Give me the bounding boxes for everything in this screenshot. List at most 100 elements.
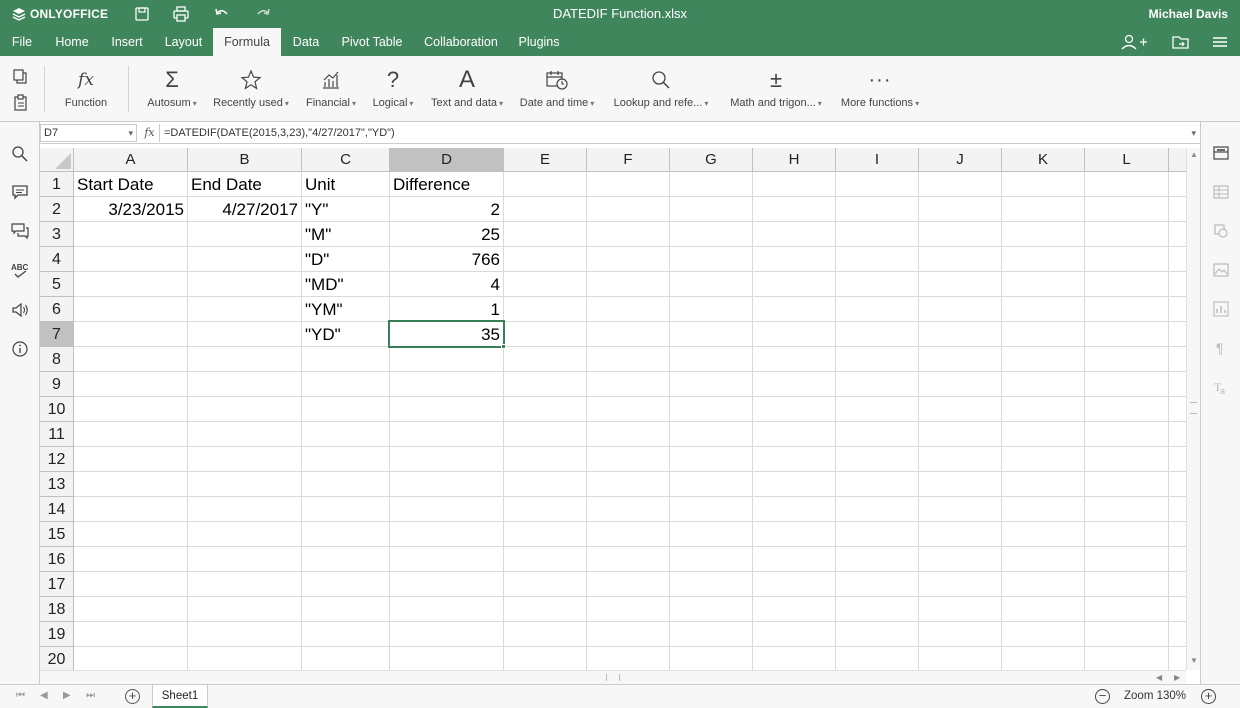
open-location-icon[interactable] [1171, 33, 1191, 51]
row-header-4[interactable]: 4 [40, 247, 74, 272]
tab-plugins[interactable]: Plugins [509, 28, 569, 56]
tab-insert[interactable]: Insert [100, 28, 154, 56]
tab-formula[interactable]: Formula [213, 28, 281, 56]
column-header-h[interactable]: H [753, 148, 836, 172]
vertical-scrollbar[interactable]: ▲ ▼ [1186, 148, 1200, 670]
tab-pivot-table[interactable]: Pivot Table [331, 28, 413, 56]
cell-c6[interactable]: "YM" [302, 297, 389, 322]
chat-icon[interactable] [10, 221, 30, 241]
feedback-speaker-icon[interactable] [10, 300, 30, 320]
next-sheet-icon[interactable]: ▶ [63, 690, 71, 701]
cell-c7[interactable]: "YD" [302, 322, 389, 347]
insert-function-fx-button[interactable]: fx [140, 124, 160, 142]
column-header-d[interactable]: D [390, 148, 504, 172]
name-box[interactable]: D7 ▾ [40, 124, 137, 142]
comments-icon[interactable] [10, 182, 30, 202]
column-header-b[interactable]: B [188, 148, 302, 172]
row-header-13[interactable]: 13 [40, 472, 74, 497]
column-header-i[interactable]: I [836, 148, 919, 172]
chevron-down-icon[interactable]: ▾ [128, 125, 133, 141]
column-header-k[interactable]: K [1002, 148, 1085, 172]
row-header-5[interactable]: 5 [40, 272, 74, 297]
cell-a2[interactable]: 3/23/2015 [74, 197, 187, 222]
previous-sheet-icon[interactable]: ◀ [40, 690, 48, 701]
row-header-8[interactable]: 8 [40, 347, 74, 372]
tab-data[interactable]: Data [281, 28, 331, 56]
row-header-19[interactable]: 19 [40, 622, 74, 647]
share-user-icon[interactable] [1120, 33, 1148, 51]
column-header-c[interactable]: C [302, 148, 390, 172]
math-and-trig-button[interactable]: ± Math and trigon... ▾ [722, 56, 830, 122]
spreadsheet-grid[interactable]: A B C D E F G H I J K L 1 2 3 4 5 6 7 8 … [40, 148, 1186, 670]
insert-function-button[interactable]: fx Function [56, 56, 116, 122]
info-icon[interactable] [10, 339, 30, 359]
cell-d4[interactable]: 766 [390, 247, 503, 272]
scroll-up-arrow-icon[interactable]: ▲ [1190, 150, 1198, 159]
cell-a1[interactable]: Start Date [74, 172, 187, 197]
column-header-a[interactable]: A [74, 148, 188, 172]
vertical-scroll-grip[interactable] [1190, 402, 1197, 414]
row-header-6[interactable]: 6 [40, 297, 74, 322]
cell-c1[interactable]: Unit [302, 172, 389, 197]
cell-d3[interactable]: 25 [390, 222, 503, 247]
zoom-out-minus-icon[interactable]: − [1095, 689, 1110, 704]
cell-b2[interactable]: 4/27/2017 [188, 197, 301, 222]
logical-button[interactable]: ? Logical ▾ [366, 56, 420, 122]
sheet-tab-sheet1[interactable]: Sheet1 [152, 685, 208, 708]
cell-c4[interactable]: "D" [302, 247, 389, 272]
column-header-l[interactable]: L [1085, 148, 1169, 172]
column-header-e[interactable]: E [504, 148, 587, 172]
lookup-and-reference-button[interactable]: Lookup and refe... ▾ [606, 56, 716, 122]
column-header-f[interactable]: F [587, 148, 670, 172]
cell-c5[interactable]: "MD" [302, 272, 389, 297]
more-functions-button[interactable]: ··· More functions ▾ [836, 56, 924, 122]
select-all-corner[interactable] [40, 148, 74, 172]
row-header-14[interactable]: 14 [40, 497, 74, 522]
autosum-button[interactable]: Σ Autosum ▾ [142, 56, 202, 122]
expand-formula-icon[interactable]: ▾ [1191, 124, 1196, 142]
row-header-1[interactable]: 1 [40, 172, 74, 197]
row-header-11[interactable]: 11 [40, 422, 74, 447]
scroll-right-arrow-icon[interactable]: ▶ [1174, 673, 1180, 682]
search-icon[interactable] [10, 144, 30, 164]
cell-c3[interactable]: "M" [302, 222, 389, 247]
scroll-down-arrow-icon[interactable]: ▼ [1190, 656, 1198, 665]
cell-settings-icon[interactable] [1212, 144, 1230, 162]
tab-layout[interactable]: Layout [154, 28, 213, 56]
cell-c2[interactable]: "Y" [302, 197, 389, 222]
row-header-9[interactable]: 9 [40, 372, 74, 397]
column-header-j[interactable]: J [919, 148, 1002, 172]
formula-input[interactable]: =DATEDIF(DATE(2015,3,23),"4/27/2017","YD… [164, 124, 1184, 142]
row-header-12[interactable]: 12 [40, 447, 74, 472]
horizontal-scroll-grip[interactable] [606, 674, 620, 681]
row-header-18[interactable]: 18 [40, 597, 74, 622]
scroll-left-arrow-icon[interactable]: ◀ [1156, 673, 1162, 682]
spellcheck-icon[interactable]: ABC [10, 260, 30, 280]
add-sheet-plus-icon[interactable]: + [125, 689, 140, 704]
copy-icon[interactable] [12, 68, 30, 86]
row-header-16[interactable]: 16 [40, 547, 74, 572]
financial-button[interactable]: Financial ▾ [300, 56, 362, 122]
last-sheet-icon[interactable]: ⏭ [86, 690, 95, 701]
cell-b1[interactable]: End Date [188, 172, 301, 197]
first-sheet-icon[interactable]: ⏮ [16, 690, 25, 701]
date-and-time-button[interactable]: Date and time ▾ [514, 56, 600, 122]
zoom-in-plus-icon[interactable]: + [1201, 689, 1216, 704]
cell-d6[interactable]: 1 [390, 297, 503, 322]
user-name[interactable]: Michael Davis [1149, 7, 1228, 21]
tab-collaboration[interactable]: Collaboration [413, 28, 509, 56]
column-header-g[interactable]: G [670, 148, 753, 172]
row-header-17[interactable]: 17 [40, 572, 74, 597]
row-header-2[interactable]: 2 [40, 197, 74, 222]
tab-home[interactable]: Home [44, 28, 100, 56]
fill-handle[interactable] [501, 344, 506, 349]
recently-used-button[interactable]: Recently used ▾ [208, 56, 294, 122]
paste-icon[interactable] [12, 94, 30, 112]
row-header-20[interactable]: 20 [40, 647, 74, 670]
cell-d5[interactable]: 4 [390, 272, 503, 297]
cell-d1[interactable]: Difference [390, 172, 503, 197]
hamburger-menu-icon[interactable] [1210, 33, 1230, 51]
tab-file[interactable]: File [0, 28, 44, 56]
cell-d2[interactable]: 2 [390, 197, 503, 222]
row-header-7[interactable]: 7 [40, 322, 74, 347]
